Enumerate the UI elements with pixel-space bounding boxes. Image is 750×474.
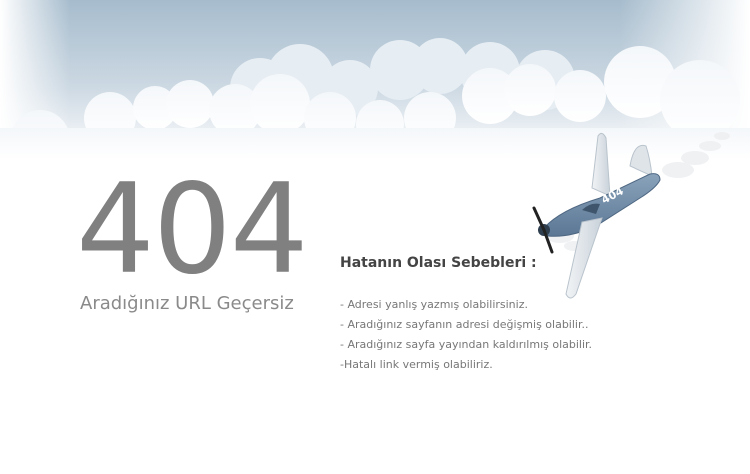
- airplane-icon: 404: [532, 132, 730, 299]
- reason-item: -Hatalı link vermiş olabiliriz.: [340, 358, 493, 371]
- reason-item: - Aradığınız sayfanın adresi değişmiş ol…: [340, 318, 589, 331]
- reason-item: - Aradığınız sayfa yayından kaldırılmış …: [340, 338, 593, 351]
- error-message: Aradığınız URL Geçersiz: [80, 293, 294, 314]
- error-code: 404: [76, 158, 309, 302]
